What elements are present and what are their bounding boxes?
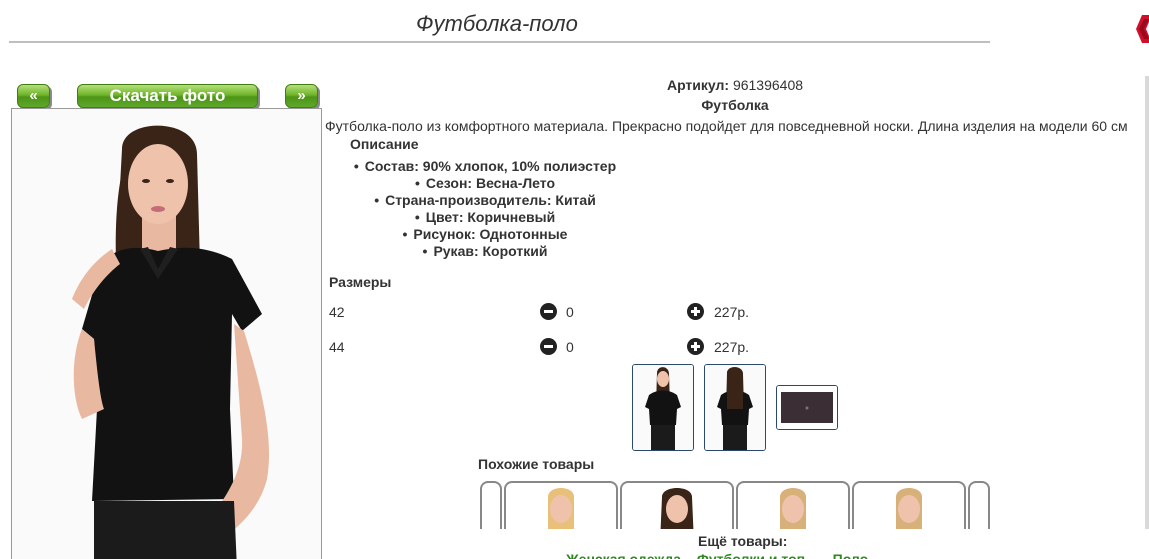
prev-photo-button[interactable]: « [17, 84, 50, 108]
size-price: 227р. [714, 339, 750, 355]
product-description: Футболка-поло из комфортного материала. … [325, 118, 1128, 134]
thumbnail-fabric[interactable] [776, 385, 838, 430]
size-row: 42 0 227р. [329, 302, 789, 322]
more-link[interactable]: Поло [833, 551, 869, 559]
sku-label: Артикул: [666, 77, 730, 93]
size-label: 42 [329, 304, 345, 320]
spec-item: Рукав: Короткий [325, 243, 645, 260]
more-products-links: Женская одежда Футболки и топ... Поло [566, 551, 880, 559]
similar-heading: Похожие товары [478, 456, 595, 472]
more-link[interactable]: Футболки и топ... [697, 551, 817, 559]
plus-circle-icon[interactable] [687, 303, 704, 320]
size-label: 44 [329, 339, 345, 355]
size-quantity: 0 [566, 339, 574, 355]
spec-item: Состав: 90% хлопок, 10% полиэстер [325, 158, 645, 175]
title-divider [9, 41, 990, 43]
spec-item: Рисунок: Однотонные [325, 226, 645, 243]
close-icon [1136, 15, 1149, 43]
more-products-heading: Ещё товары: [698, 533, 788, 549]
thumbnail-image [777, 386, 837, 429]
model-photo [12, 109, 321, 559]
minus-circle-icon[interactable] [540, 303, 557, 320]
spec-item: Сезон: Весна-Лето [325, 175, 645, 192]
size-price: 227р. [714, 304, 750, 320]
thumbnail-back[interactable] [704, 364, 766, 451]
size-quantity: 0 [566, 304, 574, 320]
thumbnail-image [633, 365, 693, 450]
spec-item: Цвет: Коричневый [325, 209, 645, 226]
specs-list: Состав: 90% хлопок, 10% полиэстер Сезон:… [325, 158, 645, 260]
thumbnail-image [705, 365, 765, 450]
next-photo-button[interactable]: » [285, 84, 318, 108]
more-link[interactable]: Женская одежда [566, 551, 681, 559]
scrollbar[interactable] [1145, 76, 1149, 529]
download-photo-button[interactable]: Скачать фото [77, 84, 258, 108]
main-product-photo[interactable] [11, 108, 322, 559]
sku-value: 961396408 [732, 77, 804, 93]
product-title: Футболка-поло [416, 11, 578, 36]
thumbnail-front[interactable] [632, 364, 694, 451]
plus-circle-icon[interactable] [687, 338, 704, 355]
sku-line: Артикул: 961396408 [325, 77, 1145, 93]
spec-item: Страна-производитель: Китай [325, 192, 645, 209]
minus-circle-icon[interactable] [540, 338, 557, 355]
close-button[interactable] [1132, 13, 1149, 45]
product-category: Футболка [701, 97, 769, 113]
size-row: 44 0 227р. [329, 337, 789, 357]
description-heading: Описание [350, 136, 419, 152]
sizes-heading: Размеры [329, 274, 392, 290]
